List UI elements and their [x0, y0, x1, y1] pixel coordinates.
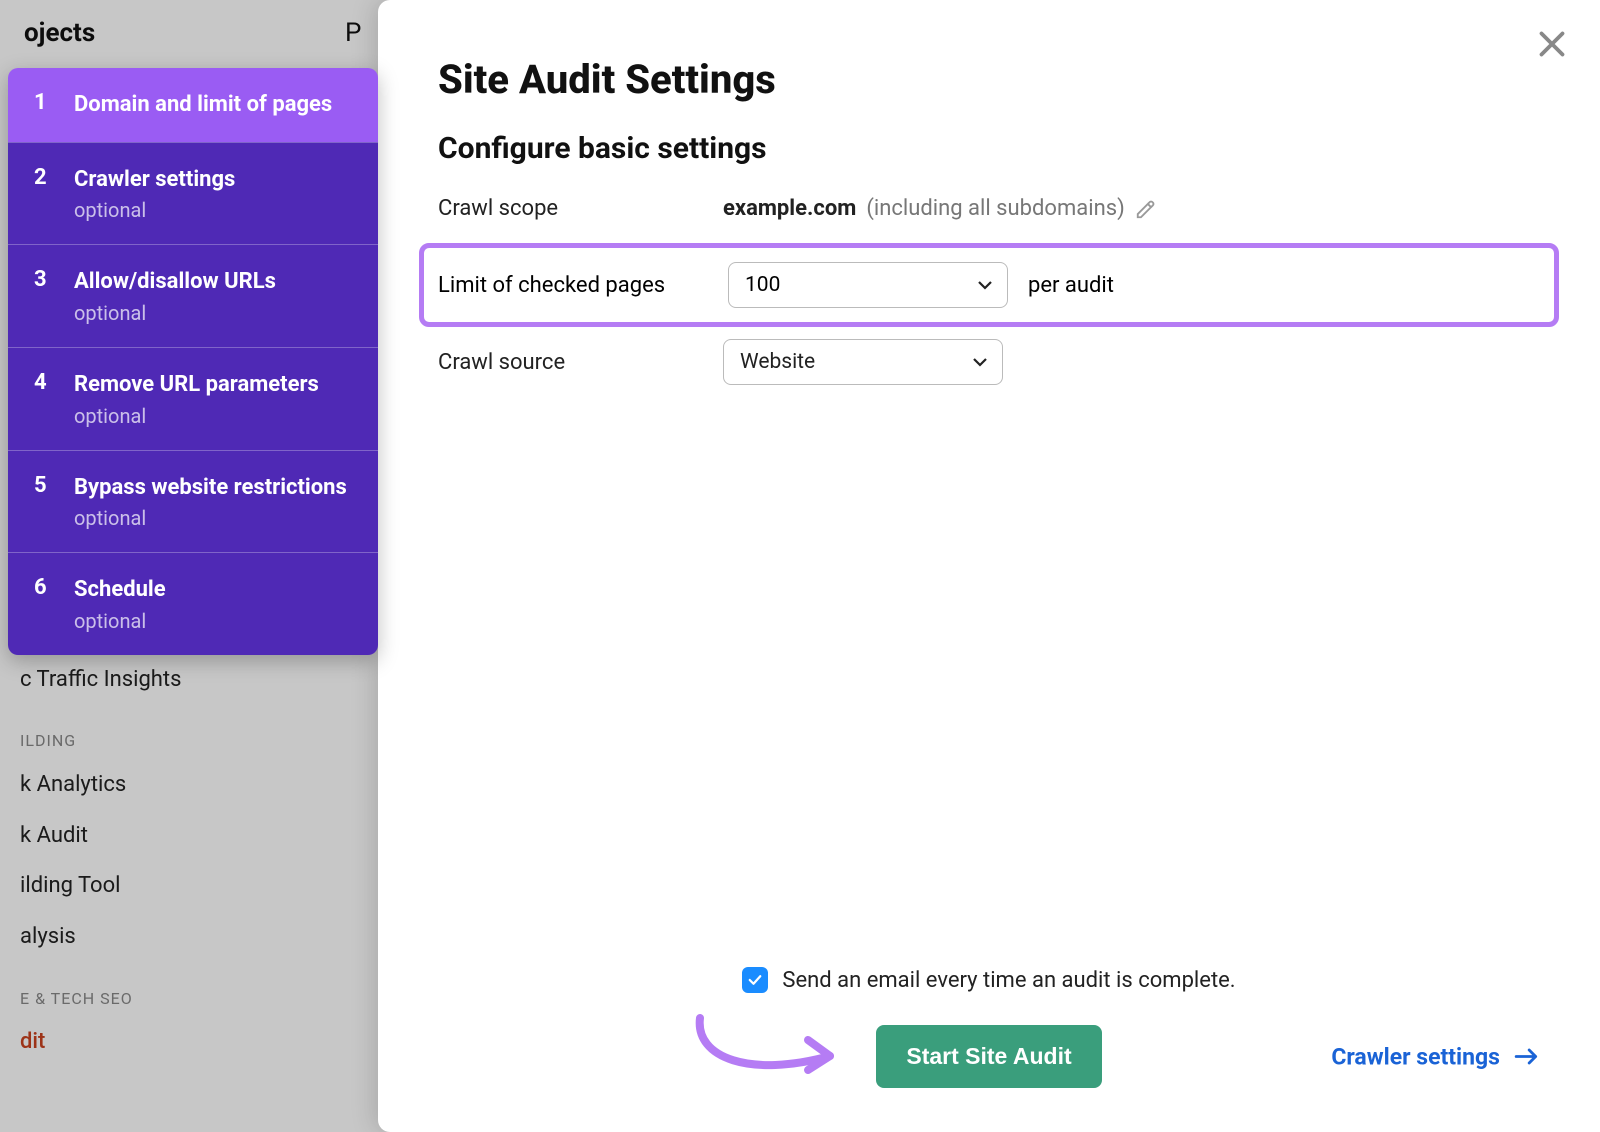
start-site-audit-button[interactable]: Start Site Audit [876, 1025, 1101, 1088]
step-allow-disallow[interactable]: 3 Allow/disallow URLs optional [8, 244, 378, 347]
step-number: 4 [34, 370, 52, 428]
arrow-right-icon [1514, 1047, 1540, 1067]
step-number: 1 [34, 90, 52, 120]
limit-label: Limit of checked pages [438, 273, 708, 298]
bg-group-tech-seo: E & TECH SEO [20, 981, 280, 1018]
step-optional-label: optional [74, 301, 352, 325]
bg-nav-traffic: c Traffic Insights [20, 667, 181, 692]
step-number: 6 [34, 575, 52, 633]
step-title: Domain and limit of pages [74, 90, 352, 120]
step-number: 3 [34, 267, 52, 325]
crawl-scope-label: Crawl scope [438, 196, 703, 221]
step-title: Schedule [74, 575, 352, 605]
step-optional-label: optional [74, 506, 352, 530]
close-icon [1534, 26, 1570, 62]
step-schedule[interactable]: 6 Schedule optional [8, 552, 378, 655]
step-number: 5 [34, 473, 52, 531]
chevron-down-icon [972, 350, 988, 374]
step-optional-label: optional [74, 609, 352, 633]
limit-select[interactable]: 100 [728, 262, 1008, 308]
limit-suffix: per audit [1028, 273, 1114, 298]
bg-nav-audit: k Audit [20, 823, 88, 848]
step-domain-limit[interactable]: 1 Domain and limit of pages [8, 68, 378, 142]
email-label: Send an email every time an audit is com… [782, 968, 1235, 993]
modal-subtitle: Configure basic settings [438, 131, 1540, 166]
site-audit-settings-modal: Site Audit Settings Configure basic sett… [378, 0, 1600, 1132]
crawl-source-label: Crawl source [438, 350, 703, 375]
step-title: Remove URL parameters [74, 370, 352, 400]
check-icon [746, 971, 764, 989]
bg-nav-analytics: k Analytics [20, 772, 126, 797]
wizard-steps-panel: 1 Domain and limit of pages 2 Crawler se… [8, 68, 378, 655]
email-notify-row: Send an email every time an audit is com… [438, 967, 1540, 993]
crawl-source-select[interactable]: Website [723, 339, 1003, 385]
pencil-icon [1135, 198, 1157, 220]
step-title: Bypass website restrictions [74, 473, 352, 503]
crawl-source-value: Website [740, 350, 815, 374]
edit-scope-button[interactable] [1135, 198, 1157, 220]
step-title: Crawler settings [74, 165, 352, 195]
step-optional-label: optional [74, 404, 352, 428]
step-title: Allow/disallow URLs [74, 267, 352, 297]
crawl-scope-row: Crawl scope example.com (including all s… [438, 196, 1540, 221]
limit-pages-row-highlight: Limit of checked pages 100 per audit [419, 243, 1559, 327]
email-checkbox[interactable] [742, 967, 768, 993]
close-button[interactable] [1534, 26, 1570, 62]
bg-nav-site-audit: dit [20, 1029, 45, 1054]
crawler-settings-link[interactable]: Crawler settings [1331, 1043, 1540, 1070]
crawl-scope-domain: example.com [723, 196, 856, 221]
modal-footer: Send an email every time an audit is com… [438, 967, 1540, 1088]
limit-value: 100 [745, 273, 780, 297]
step-number: 2 [34, 165, 52, 223]
step-bypass-restrictions[interactable]: 5 Bypass website restrictions optional [8, 450, 378, 553]
crawler-settings-label: Crawler settings [1331, 1043, 1500, 1070]
bg-header-right: P [345, 18, 361, 48]
chevron-down-icon [977, 273, 993, 297]
step-optional-label: optional [74, 198, 352, 222]
step-crawler-settings[interactable]: 2 Crawler settings optional [8, 142, 378, 245]
bg-group-building: ILDING [20, 723, 280, 760]
modal-title: Site Audit Settings [438, 56, 1540, 103]
crawl-scope-hint: (including all subdomains) [866, 196, 1124, 221]
crawl-source-row: Crawl source Website [438, 339, 1540, 385]
bg-nav-analysis: alysis [20, 924, 76, 949]
bg-nav-building-tool: ilding Tool [20, 873, 121, 898]
step-remove-params[interactable]: 4 Remove URL parameters optional [8, 347, 378, 450]
bg-header-projects: ojects [0, 0, 119, 66]
